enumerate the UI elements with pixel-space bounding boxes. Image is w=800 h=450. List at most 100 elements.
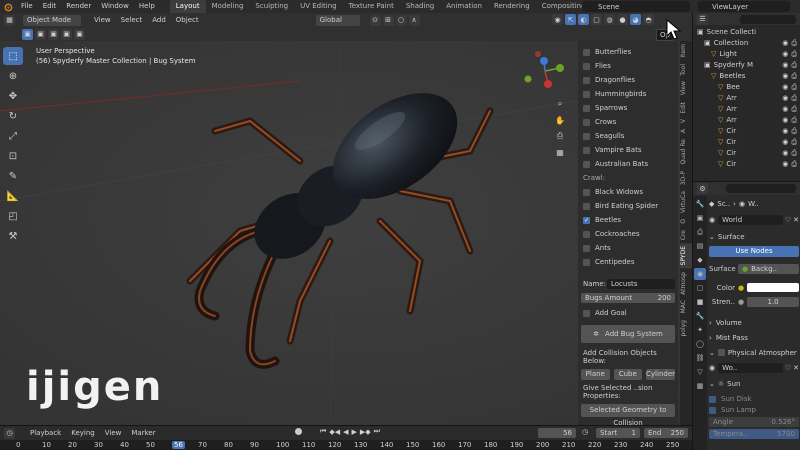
checkbox-row-black-widows[interactable]: Black Widows xyxy=(583,185,675,199)
world-color-swatch[interactable] xyxy=(747,283,799,292)
sidebar-tab-a[interactable]: A xyxy=(680,126,692,136)
cursor-icon[interactable]: ⊕ xyxy=(3,67,23,85)
camera-icon[interactable]: ⎙ xyxy=(791,49,797,60)
prev-keyframe-icon[interactable]: ◆◀ xyxy=(329,428,340,436)
outliner-row[interactable]: ▽ Bee ◉ ⎙ xyxy=(693,82,800,93)
surface-shader-field[interactable]: ● Backg.. xyxy=(738,263,799,274)
move-icon[interactable]: ✥ xyxy=(3,87,23,105)
tab-animation[interactable]: Animation xyxy=(440,0,488,13)
camera-icon[interactable]: ⎙ xyxy=(791,159,797,170)
snap-icon[interactable]: ⊞ xyxy=(382,14,394,26)
menu-edit[interactable]: Edit xyxy=(38,0,62,13)
collection-tab-icon[interactable]: ▢ xyxy=(694,282,706,294)
viewport-menu-object[interactable]: Object xyxy=(171,14,204,27)
outliner-row[interactable]: ▣ Collection ◉ ⎙ xyxy=(693,38,800,49)
eye-icon[interactable]: ◉ xyxy=(782,38,788,49)
add-goal-checkbox[interactable] xyxy=(583,309,590,317)
sidebar-tab-o[interactable]: O xyxy=(680,216,692,227)
pan-hand-icon[interactable]: ✋ xyxy=(553,113,567,127)
camera-icon[interactable]: ⎙ xyxy=(791,38,797,49)
sidebar-tab-cre[interactable]: Cre xyxy=(680,227,692,243)
particles-tab-icon[interactable]: ✦ xyxy=(694,324,706,336)
checkbox[interactable] xyxy=(583,202,590,210)
jump-start-icon[interactable]: ⏮ xyxy=(320,427,326,436)
camera-icon[interactable]: ⎙ xyxy=(791,126,797,137)
mode-dropdown[interactable]: Object Mode xyxy=(23,14,81,26)
render-tab-icon[interactable]: ▣ xyxy=(694,212,706,224)
checkbox-row-crows[interactable]: Crows xyxy=(583,115,675,129)
properties-editor-icon[interactable]: ⚙ xyxy=(697,183,708,194)
camera-icon[interactable]: ⎙ xyxy=(791,82,797,93)
outliner-row[interactable]: ▽ Beetles ◉ ⎙ xyxy=(693,71,800,82)
tab-shading[interactable]: Shading xyxy=(400,0,440,13)
timeline-menu-playback[interactable]: Playback xyxy=(25,427,66,440)
physical-atmosphere-checkbox[interactable] xyxy=(717,349,725,356)
collision-cube-button[interactable]: Cube xyxy=(613,369,643,380)
checkbox[interactable] xyxy=(583,230,590,238)
gizmo-icon[interactable]: ⇱ xyxy=(565,14,576,25)
timeline-menu-marker[interactable]: Marker xyxy=(126,427,160,440)
current-frame-field[interactable]: 56 xyxy=(538,428,576,438)
menu-help[interactable]: Help xyxy=(134,0,160,13)
sidebar-tab-atmosp[interactable]: Atmosp xyxy=(680,269,692,298)
end-frame-field[interactable]: End 250 xyxy=(644,428,688,438)
rotate-icon[interactable]: ↻ xyxy=(3,107,23,125)
checkbox[interactable] xyxy=(583,62,590,70)
view-layer-selector[interactable]: ViewLayer xyxy=(698,1,790,12)
selected-to-collision-button[interactable]: Selected Geometry to Collision xyxy=(581,404,675,427)
checkbox-row-vampire-bats[interactable]: Vampire Bats xyxy=(583,143,675,157)
collision-plane-button[interactable]: Plane xyxy=(581,369,610,380)
name-input[interactable]: Locusts xyxy=(607,279,675,289)
checkbox-row-seagulls[interactable]: Seagulls xyxy=(583,129,675,143)
eye-icon[interactable]: ◉ xyxy=(782,49,788,60)
editor-type-icon[interactable]: ▦ xyxy=(4,14,15,26)
checkbox[interactable] xyxy=(583,104,590,112)
eye-icon[interactable]: ◉ xyxy=(782,148,788,159)
physics-tab-icon[interactable]: ◯ xyxy=(694,338,706,350)
eye-icon[interactable]: ◉ xyxy=(782,93,788,104)
camera-icon[interactable]: ⎙ xyxy=(791,71,797,82)
overlays-icon[interactable]: ◐ xyxy=(578,14,589,25)
strength-field[interactable]: 1.0 xyxy=(747,296,799,307)
checkbox[interactable] xyxy=(583,118,590,126)
eye-icon[interactable]: ◉ xyxy=(782,137,788,148)
checkbox[interactable] xyxy=(583,132,590,140)
play-icon[interactable]: ▶ xyxy=(351,428,356,436)
viewport-menu-view[interactable]: View xyxy=(89,14,116,27)
playhead[interactable]: 56 xyxy=(172,441,185,449)
checkbox[interactable] xyxy=(583,90,590,98)
checkbox[interactable] xyxy=(583,244,590,252)
outliner-row[interactable]: ▽ Cir ◉ ⎙ xyxy=(693,137,800,148)
viewport-menu-add[interactable]: Add xyxy=(147,14,171,27)
select-intersect-icon[interactable]: ▣ xyxy=(74,28,85,40)
texture-tab-icon[interactable]: ▦ xyxy=(694,380,706,392)
zoom-icon[interactable]: ⌕ xyxy=(553,97,567,111)
proportional-edit-icon[interactable]: ○ xyxy=(395,14,407,26)
use-nodes-button[interactable]: Use Nodes xyxy=(709,246,799,257)
eye-icon[interactable]: ◉ xyxy=(782,82,788,93)
tab-texture-paint[interactable]: Texture Paint xyxy=(343,0,400,13)
pivot-icon[interactable]: ⊙ xyxy=(369,14,381,26)
eye-icon[interactable]: ◉ xyxy=(782,104,788,115)
checkbox[interactable]: ✓ xyxy=(583,216,590,224)
sun-panel-header[interactable]: ⌄ ☼ Sun xyxy=(709,378,799,389)
blender-logo-icon[interactable] xyxy=(0,2,16,12)
sun-lamp-checkbox[interactable] xyxy=(709,406,716,414)
tab-sculpting[interactable]: Sculpting xyxy=(249,0,294,13)
sun-disk-row[interactable]: Sun Disk xyxy=(709,394,799,404)
outliner-search-input[interactable] xyxy=(740,14,796,24)
tab-modeling[interactable]: Modeling xyxy=(206,0,250,13)
select-subtract-icon[interactable]: ▣ xyxy=(48,28,59,40)
eye-icon[interactable]: ◉ xyxy=(782,126,788,137)
mist-panel-header[interactable]: › Mist Pass xyxy=(709,332,799,343)
jump-end-icon[interactable]: ⏭ xyxy=(374,427,380,436)
sidebar-tab-item[interactable]: Item xyxy=(680,41,692,61)
outliner-editor-icon[interactable]: ☰ xyxy=(697,13,708,25)
xray-icon[interactable]: ▢ xyxy=(591,14,602,25)
tab-rendering[interactable]: Rendering xyxy=(488,0,536,13)
sidebar-tab-spyde[interactable]: SPYDE xyxy=(680,243,692,269)
checkbox[interactable] xyxy=(583,48,590,56)
object-tab-icon[interactable]: ■ xyxy=(694,296,706,308)
sidebar-tab-v[interactable]: V xyxy=(680,116,692,126)
fake-user-icon[interactable]: ♡ xyxy=(785,216,791,224)
